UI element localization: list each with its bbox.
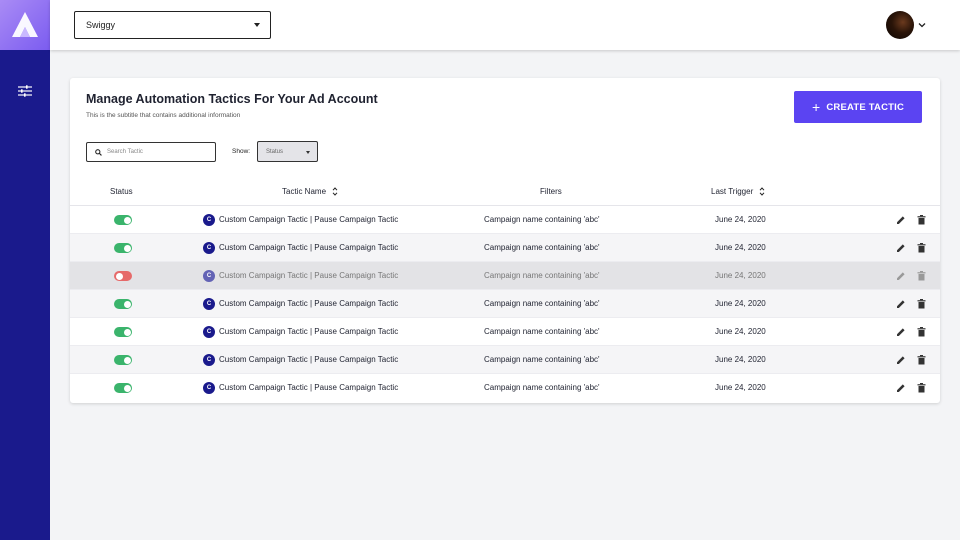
toggle-knob	[123, 300, 131, 308]
tactic-type-badge: C	[203, 298, 215, 310]
tactic-type-badge: C	[203, 242, 215, 254]
column-header-tactic-name[interactable]: Tactic Name	[282, 187, 338, 196]
tactic-type-badge: C	[203, 382, 215, 394]
create-tactic-button[interactable]: + CREATE TACTIC	[794, 91, 922, 123]
last-trigger-date: June 24, 2020	[715, 271, 766, 280]
tactic-name: Custom Campaign Tactic | Pause Campaign …	[219, 243, 399, 252]
table-row[interactable]: C Custom Campaign Tactic | Pause Campaig…	[70, 318, 940, 346]
trash-icon[interactable]	[917, 327, 926, 337]
logo-icon[interactable]	[0, 0, 50, 50]
ad-account-select-value: Swiggy	[86, 20, 116, 30]
edit-icon[interactable]	[896, 299, 906, 309]
trash-icon[interactable]	[917, 355, 926, 365]
table-row[interactable]: C Custom Campaign Tactic | Pause Campaig…	[70, 262, 940, 290]
status-toggle[interactable]	[114, 243, 132, 253]
trash-icon[interactable]	[917, 243, 926, 253]
last-trigger-date: June 24, 2020	[715, 383, 766, 392]
column-header-last-trigger[interactable]: Last Trigger	[711, 187, 765, 196]
column-header-label: Tactic Name	[282, 187, 327, 196]
edit-icon[interactable]	[896, 215, 906, 225]
table-header: Status Tactic Name Filters Last Trigger	[70, 178, 940, 206]
chevron-down-icon	[306, 151, 310, 154]
trash-icon[interactable]	[917, 383, 926, 393]
tactic-filter: Campaign name containing 'abc'	[484, 383, 600, 392]
tactic-name: Custom Campaign Tactic | Pause Campaign …	[219, 299, 399, 308]
toggle-knob	[115, 272, 123, 280]
tactic-filter: Campaign name containing 'abc'	[484, 243, 600, 252]
sort-icon[interactable]	[759, 187, 765, 196]
toggle-knob	[123, 244, 131, 252]
tactic-type-badge: C	[203, 326, 215, 338]
column-header-status: Status	[110, 187, 133, 196]
toggle-knob	[123, 356, 131, 364]
last-trigger-date: June 24, 2020	[715, 327, 766, 336]
edit-icon[interactable]	[896, 327, 906, 337]
filter-settings-icon[interactable]	[17, 84, 33, 98]
edit-icon[interactable]	[896, 243, 906, 253]
page-title: Manage Automation Tactics For Your Ad Ac…	[86, 92, 378, 106]
toggle-knob	[123, 384, 131, 392]
trash-icon[interactable]	[917, 271, 926, 281]
tactic-name: Custom Campaign Tactic | Pause Campaign …	[219, 355, 399, 364]
tactic-name: Custom Campaign Tactic | Pause Campaign …	[219, 215, 399, 224]
create-tactic-label: CREATE TACTIC	[826, 101, 905, 113]
tactic-filter: Campaign name containing 'abc'	[484, 299, 600, 308]
tactic-name: Custom Campaign Tactic | Pause Campaign …	[219, 383, 399, 392]
last-trigger-date: June 24, 2020	[715, 355, 766, 364]
plus-icon: +	[811, 99, 821, 115]
top-header: Swiggy	[50, 0, 960, 50]
column-header-label: Last Trigger	[711, 187, 754, 196]
tactic-name: Custom Campaign Tactic | Pause Campaign …	[219, 327, 399, 336]
search-placeholder: Search Tactic	[107, 149, 143, 155]
page-subtitle: This is the subtitle that contains addit…	[86, 112, 241, 119]
sidebar	[0, 0, 50, 540]
table-row[interactable]: C Custom Campaign Tactic | Pause Campaig…	[70, 290, 940, 318]
tactic-type-badge: C	[203, 270, 215, 282]
toggle-knob	[123, 328, 131, 336]
status-toggle[interactable]	[114, 327, 132, 337]
table-row[interactable]: C Custom Campaign Tactic | Pause Campaig…	[70, 374, 940, 402]
tactic-type-badge: C	[203, 354, 215, 366]
tactic-filter: Campaign name containing 'abc'	[484, 327, 600, 336]
chevron-down-icon[interactable]	[918, 21, 926, 29]
tactic-filter: Campaign name containing 'abc'	[484, 355, 600, 364]
search-icon	[95, 148, 102, 156]
show-label: Show:	[232, 148, 251, 155]
tactics-card: Manage Automation Tactics For Your Ad Ac…	[70, 78, 940, 403]
tactic-filter: Campaign name containing 'abc'	[484, 271, 600, 280]
status-toggle[interactable]	[114, 215, 132, 225]
status-filter-value: Status	[266, 148, 284, 155]
sort-icon[interactable]	[332, 187, 338, 196]
edit-icon[interactable]	[896, 271, 906, 281]
ad-account-select[interactable]: Swiggy	[74, 11, 271, 39]
tactic-name: Custom Campaign Tactic | Pause Campaign …	[219, 271, 399, 280]
edit-icon[interactable]	[896, 355, 906, 365]
table-row[interactable]: C Custom Campaign Tactic | Pause Campaig…	[70, 234, 940, 262]
status-toggle[interactable]	[114, 271, 132, 281]
column-header-label: Filters	[540, 187, 562, 196]
last-trigger-date: June 24, 2020	[715, 215, 766, 224]
avatar[interactable]	[886, 11, 914, 39]
status-toggle[interactable]	[114, 383, 132, 393]
table-row[interactable]: C Custom Campaign Tactic | Pause Campaig…	[70, 346, 940, 374]
toggle-knob	[123, 216, 131, 224]
tactic-type-badge: C	[203, 214, 215, 226]
last-trigger-date: June 24, 2020	[715, 243, 766, 252]
tactic-filter: Campaign name containing 'abc'	[484, 215, 600, 224]
trash-icon[interactable]	[917, 299, 926, 309]
trash-icon[interactable]	[917, 215, 926, 225]
status-filter-select[interactable]: Status	[257, 141, 318, 162]
table-row[interactable]: C Custom Campaign Tactic | Pause Campaig…	[70, 206, 940, 234]
search-input[interactable]: Search Tactic	[86, 142, 216, 162]
status-toggle[interactable]	[114, 355, 132, 365]
last-trigger-date: June 24, 2020	[715, 299, 766, 308]
status-toggle[interactable]	[114, 299, 132, 309]
column-header-filters: Filters	[540, 187, 562, 196]
chevron-down-icon	[254, 23, 260, 27]
edit-icon[interactable]	[896, 383, 906, 393]
column-header-label: Status	[110, 187, 133, 196]
